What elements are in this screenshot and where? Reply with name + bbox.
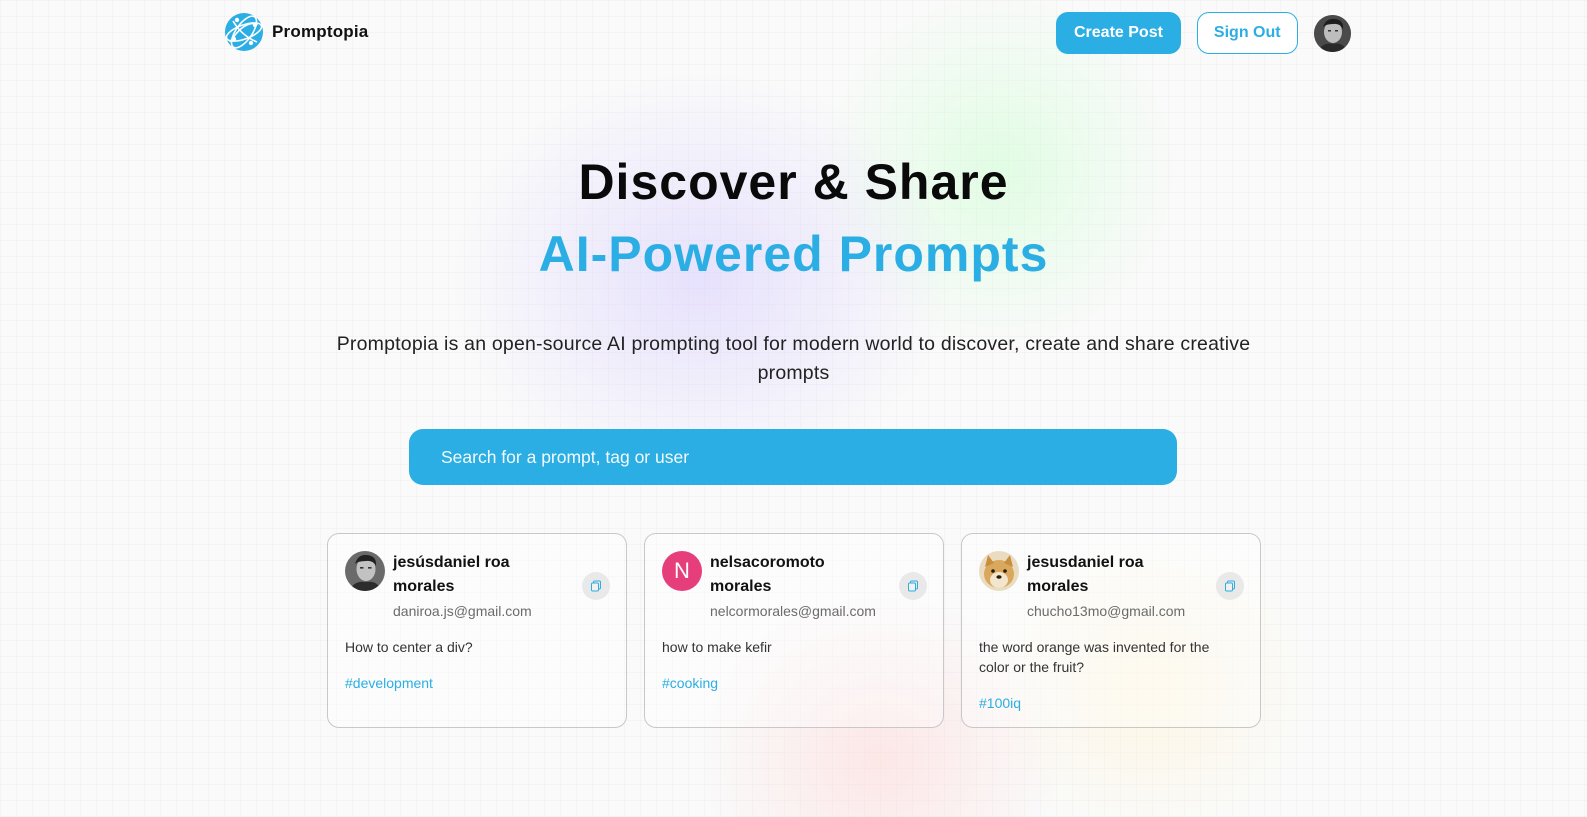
copy-icon: [908, 580, 918, 592]
card-username[interactable]: jesusdaniel roa morales: [1027, 551, 1202, 599]
card-tag[interactable]: #cooking: [662, 673, 718, 693]
prompt-card: N nelsacoromoto morales nelcormorales@gm…: [644, 533, 944, 728]
copy-button[interactable]: [1216, 572, 1244, 600]
search-input[interactable]: [409, 429, 1177, 485]
card-email: daniroa.js@gmail.com: [393, 603, 532, 619]
card-prompt-text: how to make kefir: [662, 639, 772, 655]
user-avatar[interactable]: [979, 551, 1019, 591]
card-username[interactable]: nelsacoromoto morales: [710, 551, 885, 599]
card-user-info: jesúsdaniel roa morales daniroa.js@gmail…: [393, 551, 568, 621]
card-tag[interactable]: #development: [345, 673, 433, 693]
logo-link[interactable]: Promptopia: [224, 12, 368, 52]
copy-icon: [1225, 580, 1235, 592]
card-header: jesúsdaniel roa morales daniroa.js@gmail…: [345, 551, 609, 621]
card-user-info: nelsacoromoto morales nelcormorales@gmai…: [710, 551, 885, 621]
card-email: nelcormorales@gmail.com: [710, 603, 876, 619]
globe-logo-icon: [225, 13, 263, 51]
hero-subtitle: AI-Powered Prompts: [538, 226, 1049, 282]
prompt-card-list: jesúsdaniel roa morales daniroa.js@gmail…: [327, 533, 1261, 728]
copy-button[interactable]: [582, 572, 610, 600]
prompt-card: jesúsdaniel roa morales daniroa.js@gmail…: [327, 533, 627, 728]
copy-button[interactable]: [899, 572, 927, 600]
user-avatar[interactable]: N: [662, 551, 702, 591]
hero-title: Discover & Share AI-Powered Prompts: [0, 150, 1587, 286]
hero-section: Discover & Share AI-Powered Prompts Prom…: [0, 150, 1587, 388]
card-username[interactable]: jesúsdaniel roa morales: [393, 551, 568, 599]
search-form: [409, 429, 1177, 485]
card-email: chucho13mo@gmail.com: [1027, 603, 1186, 619]
hero-title-text: Discover & Share: [578, 154, 1009, 210]
card-tag[interactable]: #100iq: [979, 693, 1021, 713]
user-avatar[interactable]: [1313, 14, 1351, 52]
hero-description: Promptopia is an open-source AI promptin…: [336, 333, 1251, 384]
brand-name: Promptopia: [272, 22, 369, 41]
card-header: jesusdaniel roa morales chucho13mo@gmail…: [979, 551, 1243, 621]
prompt-card: jesusdaniel roa morales chucho13mo@gmail…: [961, 533, 1261, 728]
sign-out-button[interactable]: Sign Out: [1196, 12, 1298, 54]
card-prompt-text: the word orange was invented for the col…: [979, 639, 1210, 675]
card-user-info: jesusdaniel roa morales chucho13mo@gmail…: [1027, 551, 1202, 621]
card-header: N nelsacoromoto morales nelcormorales@gm…: [662, 551, 926, 621]
copy-icon: [591, 580, 601, 592]
nav-actions: Create Post Sign Out: [1056, 12, 1351, 54]
card-prompt-text: How to center a div?: [345, 639, 473, 655]
create-post-button[interactable]: Create Post: [1056, 12, 1181, 54]
user-avatar[interactable]: [345, 551, 385, 591]
